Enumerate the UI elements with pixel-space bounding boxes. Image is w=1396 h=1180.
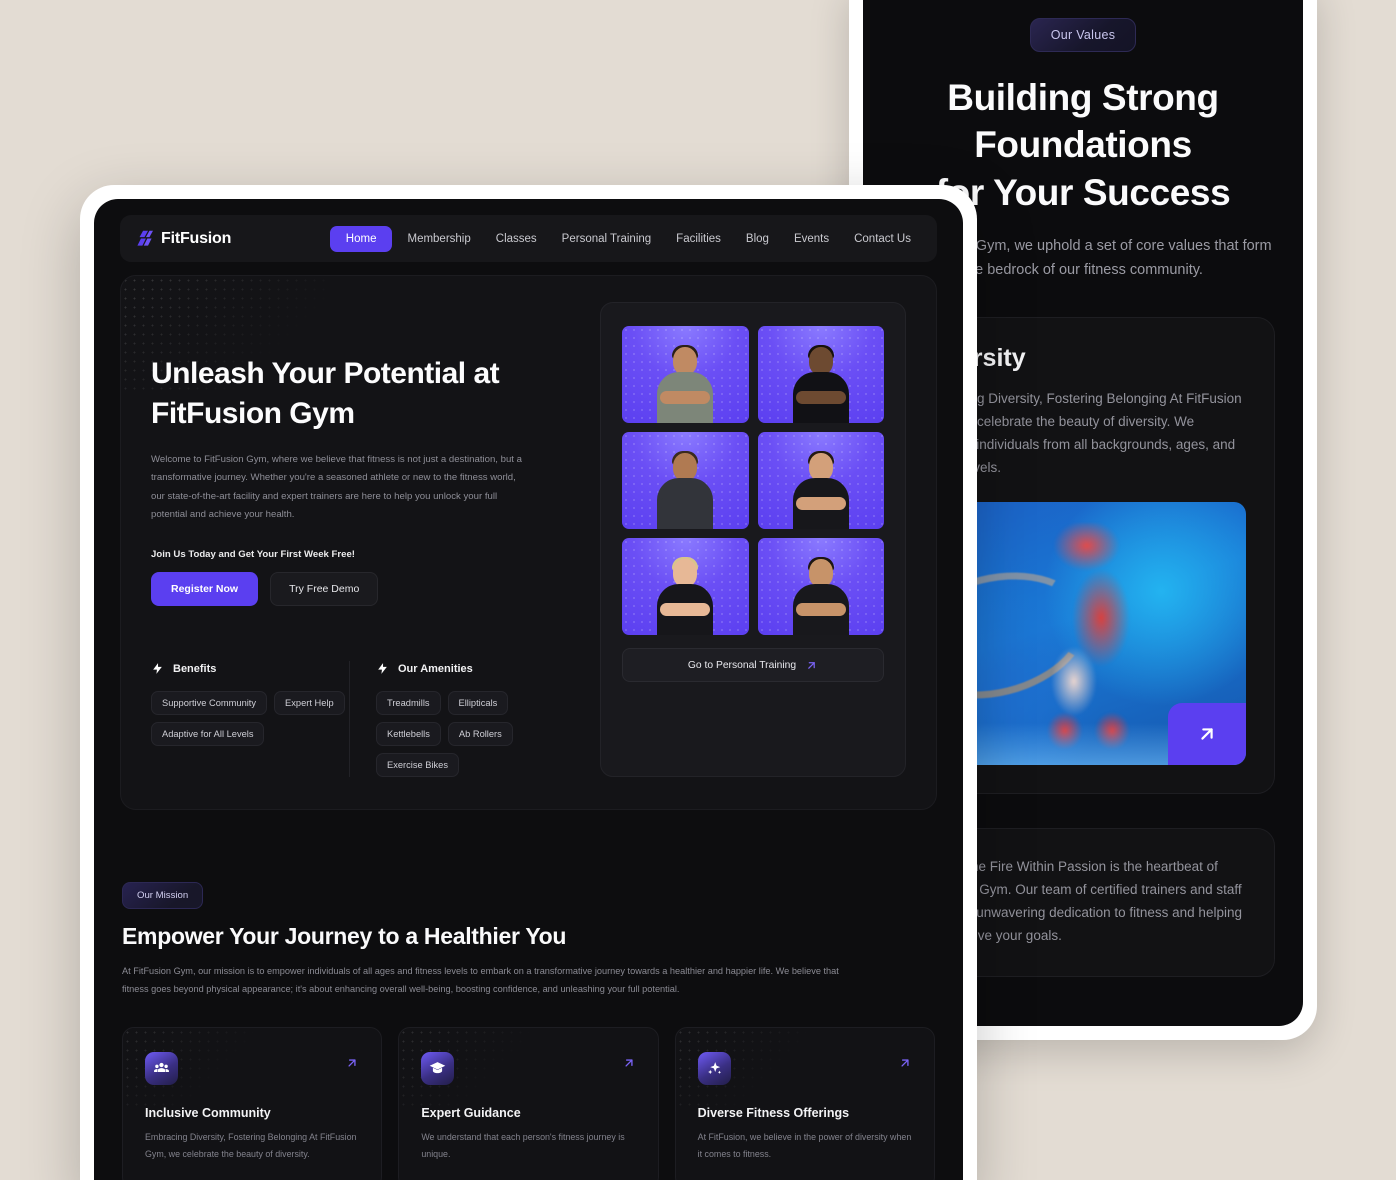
nav-link-classes[interactable]: Classes [486, 226, 547, 252]
graduation-cap-icon [421, 1052, 455, 1086]
try-free-demo-button[interactable]: Try Free Demo [270, 572, 379, 607]
nav-link-blog[interactable]: Blog [736, 226, 779, 252]
mission-card-text: At FitFusion, we believe in the power of… [697, 1132, 912, 1159]
trainer-gallery-panel: Go to Personal Training [600, 302, 906, 778]
arrow-up-right-icon [1201, 727, 1213, 740]
nav-link-facilities[interactable]: Facilities [666, 226, 731, 252]
chip-kettlebells[interactable]: Kettlebells [376, 722, 441, 747]
hero-buttons: Register Now Try Free Demo [151, 572, 574, 607]
card-arrow-button[interactable] [622, 1056, 636, 1075]
trainer-tile[interactable] [757, 432, 884, 529]
trainer-tile[interactable] [757, 326, 884, 423]
arrow-up-right-icon [901, 1059, 909, 1067]
hero-title: Unleash Your Potential at FitFusion Gym [151, 354, 574, 434]
nav-link-membership[interactable]: Membership [397, 226, 480, 252]
athlete-figure [991, 522, 1175, 749]
mission-badge: Our Mission [122, 882, 204, 910]
chip-treadmills[interactable]: Treadmills [376, 691, 441, 716]
mission-card-title: Diverse Fitness Offerings [697, 1106, 850, 1121]
hero-title-line1: Unleash Your Potential at [151, 357, 500, 390]
trainer-tile[interactable] [622, 538, 749, 635]
trainer-gallery-grid [622, 326, 884, 635]
nav-link-events[interactable]: Events [784, 226, 839, 252]
arrow-up-right-icon [625, 1059, 633, 1067]
mission-card-text: We understand that each person's fitness… [421, 1132, 625, 1159]
chip-adaptive-for-all-levels[interactable]: Adaptive for All Levels [151, 722, 265, 747]
trainer-tile[interactable] [622, 326, 749, 423]
mission-cards-grid: Inclusive Community Embracing Diversity,… [122, 1027, 935, 1180]
chip-supportive-community[interactable]: Supportive Community [151, 691, 268, 716]
nav-link-personal-training[interactable]: Personal Training [552, 226, 662, 252]
benefits-title: Benefits [173, 662, 217, 675]
benefits-chips: Supportive Community Expert Help Adaptiv… [151, 691, 349, 747]
home-screen: FitFusion Home Membership Classes Person… [94, 199, 963, 1180]
photo-arrow-button[interactable] [1168, 702, 1246, 765]
chip-ab-rollers[interactable]: Ab Rollers [447, 722, 513, 747]
bolt-icon [378, 663, 387, 675]
top-navigation-bar: FitFusion Home Membership Classes Person… [120, 215, 937, 262]
go-to-personal-training-button[interactable]: Go to Personal Training [622, 648, 884, 682]
amenities-title: Our Amenities [398, 662, 473, 675]
hero-feature-columns: Benefits Supportive Community Expert Hel… [151, 661, 574, 778]
mission-card-diverse-fitness-offerings[interactable]: Diverse Fitness Offerings At FitFusion, … [674, 1027, 935, 1180]
sparkles-icon [697, 1052, 731, 1086]
hero-paragraph: Welcome to FitFusion Gym, where we belie… [151, 453, 522, 520]
people-group-icon [145, 1052, 178, 1086]
trainer-tile[interactable] [757, 538, 884, 635]
hero-section: Unleash Your Potential at FitFusion Gym … [120, 275, 937, 811]
mission-card-inclusive-community[interactable]: Inclusive Community Embracing Diversity,… [122, 1027, 383, 1180]
values-badge: Our Values [1029, 18, 1137, 52]
values-title-line1: Building Strong Foundations [947, 77, 1219, 166]
benefits-column: Benefits Supportive Community Expert Hel… [151, 661, 349, 777]
screenshot-stage: Our Values Building Strong Foundations f… [0, 0, 1396, 1180]
chip-ellipticals[interactable]: Ellipticals [447, 691, 509, 716]
mission-card-expert-guidance[interactable]: Expert Guidance We understand that each … [398, 1027, 659, 1180]
mission-card-title: Inclusive Community [145, 1106, 271, 1121]
register-now-button[interactable]: Register Now [151, 572, 259, 607]
nav-link-contact-us[interactable]: Contact Us [844, 226, 921, 252]
mission-paragraph: At FitFusion Gym, our mission is to empo… [122, 966, 839, 995]
nav-links: Home Membership Classes Personal Trainin… [329, 225, 921, 252]
brand-name: FitFusion [161, 229, 232, 247]
hero-title-line2: FitFusion Gym [151, 396, 355, 430]
card-arrow-button[interactable] [898, 1056, 912, 1075]
nav-link-home[interactable]: Home [329, 225, 393, 252]
mission-section: Our Mission Empower Your Journey to a He… [120, 882, 937, 1180]
chip-exercise-bikes[interactable]: Exercise Bikes [376, 753, 459, 778]
card-arrow-button[interactable] [345, 1056, 359, 1075]
bolt-icon [153, 663, 162, 675]
hero-offer-label: Join Us Today and Get Your First Week Fr… [151, 549, 356, 561]
home-screen-device: FitFusion Home Membership Classes Person… [80, 185, 977, 1180]
arrow-up-right-icon [808, 661, 815, 669]
brand[interactable]: FitFusion [136, 230, 231, 248]
benefits-heading: Benefits [151, 661, 349, 676]
chip-expert-help[interactable]: Expert Help [274, 691, 345, 716]
mission-card-text: Embracing Diversity, Fostering Belonging… [145, 1132, 357, 1159]
arrow-up-right-icon [348, 1059, 356, 1067]
mission-heading: Empower Your Journey to a Healthier You [122, 923, 567, 950]
amenities-heading: Our Amenities [376, 661, 574, 676]
amenities-column: Our Amenities Treadmills Ellipticals Ket… [349, 661, 574, 778]
trainer-tile[interactable] [622, 432, 749, 529]
amenities-chips: Treadmills Ellipticals Kettlebells Ab Ro… [376, 691, 574, 778]
fitfusion-logo-icon [136, 230, 153, 247]
mission-card-title: Expert Guidance [421, 1106, 521, 1121]
hero-left-column: Unleash Your Potential at FitFusion Gym … [151, 302, 574, 778]
go-to-personal-training-label: Go to Personal Training [687, 659, 797, 671]
